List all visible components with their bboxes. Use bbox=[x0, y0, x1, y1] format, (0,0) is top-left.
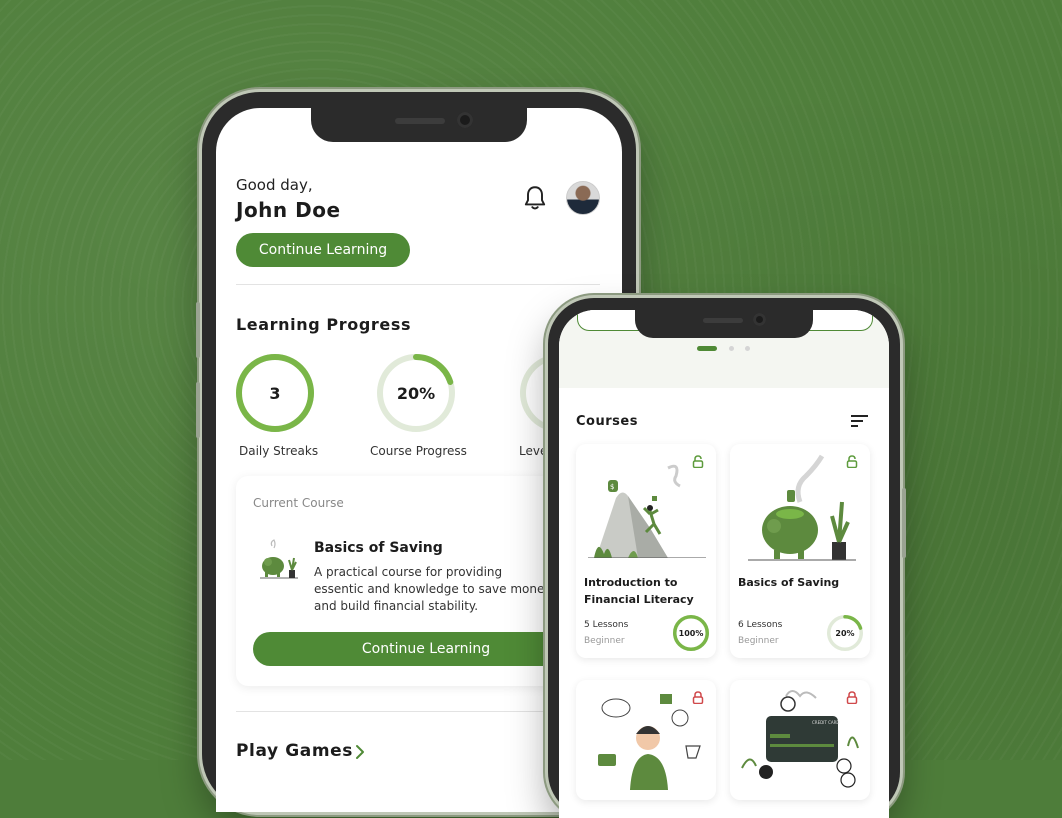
greeting-text: Good day, bbox=[236, 176, 313, 194]
piggy-bank-illustration bbox=[748, 454, 856, 561]
current-course-description: A practical course for providing essenti… bbox=[314, 565, 552, 613]
course-card-financial-literacy[interactable]: $ Introduction to Financial Literacy 5 L… bbox=[576, 444, 716, 658]
continue-learning-button[interactable]: Continue Learning bbox=[236, 233, 410, 267]
svg-text:CREDIT CARD: CREDIT CARD bbox=[812, 720, 839, 725]
course-card-locked[interactable]: CREDIT CARD bbox=[730, 680, 870, 800]
course-title: Basics of Saving bbox=[738, 576, 840, 589]
course-title: Introduction to Financial Literacy bbox=[584, 576, 694, 606]
notch bbox=[635, 310, 813, 338]
course-card-locked[interactable] bbox=[576, 680, 716, 800]
course-lessons: 5 Lessons bbox=[584, 620, 629, 630]
course-lessons: 6 Lessons bbox=[738, 620, 783, 630]
volume-button bbox=[196, 382, 200, 438]
unlocked-icon bbox=[692, 455, 704, 468]
current-course-heading: Current Course bbox=[253, 496, 344, 510]
course-progress-value: 20% bbox=[835, 629, 855, 638]
lock-icon bbox=[692, 691, 704, 704]
course-level: Beginner bbox=[584, 636, 625, 646]
unlocked-icon bbox=[846, 455, 858, 468]
carousel-dot[interactable] bbox=[729, 346, 734, 351]
piggy-bank-icon bbox=[260, 539, 298, 579]
learning-progress-title: Learning Progress bbox=[236, 315, 412, 334]
bell-icon[interactable] bbox=[522, 184, 548, 212]
notch bbox=[311, 108, 527, 142]
courses-screen: Courses $ Introduction to Financial Lite… bbox=[559, 310, 889, 818]
user-name: John Doe bbox=[236, 198, 341, 222]
course-progress-value: 100% bbox=[678, 629, 704, 638]
svg-text:$: $ bbox=[610, 483, 614, 491]
courses-title: Courses bbox=[576, 414, 638, 429]
lock-icon bbox=[846, 691, 858, 704]
daily-streaks-label: Daily Streaks bbox=[239, 444, 319, 458]
divider bbox=[236, 284, 600, 285]
credit-card-illustration: CREDIT CARD bbox=[741, 690, 859, 788]
level-label: Leve bbox=[519, 444, 548, 458]
mountain-climber-illustration: $ bbox=[588, 464, 706, 558]
current-course-title: Basics of Saving bbox=[314, 540, 443, 556]
volume-button bbox=[196, 302, 200, 358]
divider bbox=[236, 711, 600, 712]
carousel-dot-active[interactable] bbox=[697, 346, 717, 351]
course-progress-label: Course Progress bbox=[370, 444, 467, 458]
phone-courses: Courses $ Introduction to Financial Lite… bbox=[548, 298, 906, 818]
avatar[interactable] bbox=[566, 181, 600, 215]
play-games-title[interactable]: Play Games bbox=[236, 741, 353, 761]
course-card-basics-of-saving[interactable]: Basics of Saving 6 Lessons Beginner 20% bbox=[730, 444, 870, 658]
shopping-stress-illustration bbox=[598, 694, 701, 790]
carousel-dot[interactable] bbox=[745, 346, 750, 351]
sort-icon[interactable] bbox=[851, 415, 868, 427]
course-progress-value: 20% bbox=[396, 384, 436, 403]
course-level: Beginner bbox=[738, 636, 779, 646]
daily-streaks-value: 3 bbox=[269, 384, 281, 403]
chevron-right-icon[interactable] bbox=[354, 744, 366, 760]
power-button bbox=[902, 488, 906, 558]
